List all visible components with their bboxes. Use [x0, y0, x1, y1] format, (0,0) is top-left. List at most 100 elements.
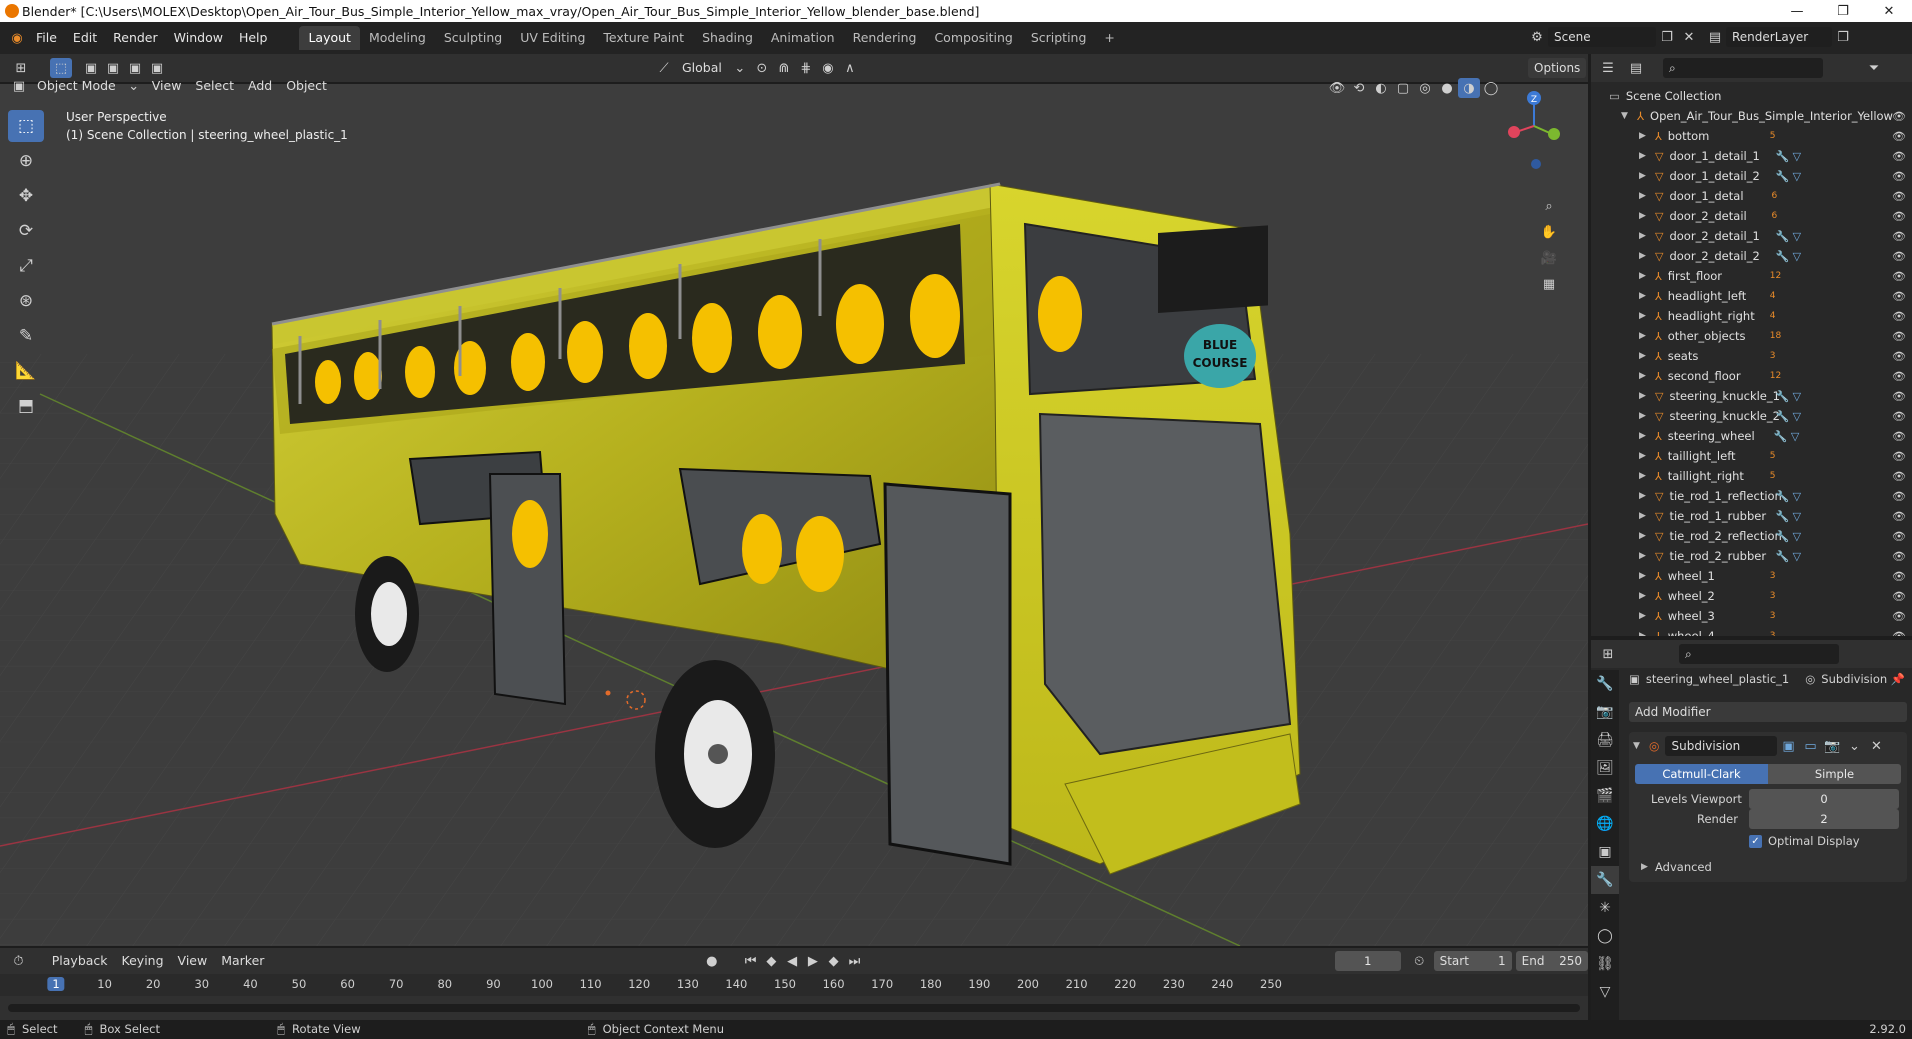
gizmo-toggle-icon[interactable]: ⟲ [1348, 78, 1370, 98]
expand-arrow-icon[interactable]: ▶ [1639, 131, 1649, 141]
visibility-eye-icon[interactable]: 👁 [1892, 230, 1906, 243]
playhead[interactable]: 1 [47, 977, 65, 991]
outliner-item[interactable]: ▶ ⅄ seats 3 👁 [1591, 346, 1912, 366]
new-view-layer-icon[interactable]: ❐ [1832, 27, 1854, 47]
wireframe-shading-icon[interactable]: ◎ [1414, 78, 1436, 98]
transform-orientation-dropdown[interactable]: Global [675, 58, 729, 78]
simple-option[interactable]: Simple [1768, 764, 1901, 784]
visibility-eye-icon[interactable]: 👁 [1892, 450, 1906, 463]
data-tab-icon[interactable]: ▽ [1591, 978, 1619, 1006]
rotate-tool-icon[interactable]: ⟳ [8, 215, 44, 247]
expand-arrow-icon[interactable]: ▶ [1639, 511, 1649, 521]
menu-marker[interactable]: Marker [214, 951, 271, 971]
close-button[interactable]: ✕ [1866, 0, 1912, 22]
visibility-eye-icon[interactable]: 👁 [1892, 290, 1906, 303]
zoom-icon[interactable]: ⌕ [1538, 196, 1560, 216]
expand-arrow-icon[interactable]: ▶ [1639, 311, 1649, 321]
options-dropdown[interactable]: Options [1528, 58, 1587, 78]
tab-sculpting[interactable]: Sculpting [435, 26, 511, 50]
visibility-eye-icon[interactable]: 👁 [1892, 330, 1906, 343]
outliner-item[interactable]: ▶ ▽ door_1_detail_1 🔧 ▽ 👁 [1591, 146, 1912, 166]
outliner-item[interactable]: ▶ ⅄ steering_wheel 🔧 ▽ 👁 [1591, 426, 1912, 446]
solid-shading-icon[interactable]: ● [1436, 78, 1458, 98]
pivot-point-icon[interactable]: ⊙ [751, 58, 773, 78]
pin-icon[interactable]: 📌 [1891, 672, 1905, 686]
outliner-item[interactable]: ▶ ⅄ headlight_left 4 👁 [1591, 286, 1912, 306]
play-icon[interactable]: ▶ [803, 951, 824, 971]
record-icon[interactable]: ● [701, 951, 722, 971]
pan-hand-icon[interactable]: ✋ [1538, 222, 1560, 242]
expand-arrow-icon[interactable]: ▶ [1639, 171, 1649, 181]
visibility-eye-icon[interactable]: 👁 [1892, 470, 1906, 483]
tab-layout[interactable]: Layout [299, 26, 360, 50]
tab-scripting[interactable]: Scripting [1022, 26, 1096, 50]
outliner-item[interactable]: ▶ ▽ tie_rod_1_rubber 🔧 ▽ 👁 [1591, 506, 1912, 526]
scale-tool-icon[interactable]: ⤢ [8, 250, 44, 282]
visibility-eye-icon[interactable]: 👁 [1892, 150, 1906, 163]
expand-arrow-icon[interactable]: ▶ [1639, 271, 1649, 281]
move-tool-icon[interactable]: ✥ [8, 180, 44, 212]
jump-start-icon[interactable]: ⏮ [740, 951, 761, 971]
outliner-item[interactable]: ▶ ⅄ wheel_3 3 👁 [1591, 606, 1912, 626]
snap-icon[interactable]: ⋒ [773, 58, 795, 78]
material-shading-icon[interactable]: ◑ [1458, 78, 1480, 98]
expand-arrow-icon[interactable]: ▶ [1639, 211, 1649, 221]
visibility-eye-icon[interactable]: 👁 [1892, 250, 1906, 263]
outliner-item[interactable]: ▶ ⅄ other_objects 18 👁 [1591, 326, 1912, 346]
render-levels-field[interactable]: 2 [1749, 809, 1899, 829]
expand-arrow-icon[interactable]: ▶ [1639, 291, 1649, 301]
visibility-eye-icon[interactable]: 👁 [1892, 510, 1906, 523]
visibility-eye-icon[interactable]: 👁 [1892, 310, 1906, 323]
outliner-item[interactable]: ▶ ⅄ taillight_left 5 👁 [1591, 446, 1912, 466]
tab-modeling[interactable]: Modeling [360, 26, 435, 50]
menu-edit[interactable]: Edit [65, 27, 105, 49]
visibility-eye-icon[interactable]: 👁 [1892, 630, 1906, 637]
xray-icon[interactable]: ▢ [1392, 78, 1414, 98]
add-cube-tool-icon[interactable]: ⬒ [8, 390, 44, 422]
world-tab-icon[interactable]: 🌐 [1591, 810, 1619, 838]
add-workspace-button[interactable]: + [1095, 26, 1123, 50]
scene-selector[interactable]: Scene [1548, 27, 1656, 47]
outliner-editor-icon[interactable]: ☰ [1597, 58, 1619, 78]
remove-modifier-icon[interactable]: ✕ [1865, 736, 1887, 756]
menu-playback[interactable]: Playback [45, 951, 115, 971]
outliner-item[interactable]: ▶ ▽ door_2_detail 6 👁 [1591, 206, 1912, 226]
expand-arrow-icon[interactable]: ▶ [1639, 371, 1649, 381]
rendered-shading-icon[interactable]: ◯ [1480, 78, 1502, 98]
end-frame-field[interactable]: 250 [1559, 951, 1582, 971]
select-mode-intersect-icon[interactable]: ▣ [146, 58, 168, 78]
expand-arrow-icon[interactable]: ▶ [1639, 591, 1649, 601]
visibility-eye-icon[interactable]: 👁 [1892, 170, 1906, 183]
annotate-tool-icon[interactable]: ✎ [8, 320, 44, 352]
visibility-eye-icon[interactable]: 👁 [1892, 130, 1906, 143]
overlay-toggle-icon[interactable]: ◐ [1370, 78, 1392, 98]
menu-help[interactable]: Help [231, 27, 276, 49]
expand-arrow-icon[interactable]: ▶ [1639, 331, 1649, 341]
particles-tab-icon[interactable]: ✳ [1591, 894, 1619, 922]
ortho-grid-icon[interactable]: ▦ [1538, 274, 1560, 294]
menu-select[interactable]: Select [188, 76, 241, 96]
outliner-item[interactable]: ▶ ⅄ taillight_right 5 👁 [1591, 466, 1912, 486]
outliner-item[interactable]: ▶ ▽ door_2_detail_2 🔧 ▽ 👁 [1591, 246, 1912, 266]
scene-tab-icon[interactable]: 🎬 [1591, 782, 1619, 810]
expand-arrow-icon[interactable]: ▶ [1639, 631, 1649, 636]
visibility-eye-icon[interactable]: 👁 [1892, 390, 1906, 403]
expand-arrow-icon[interactable]: ▶ [1639, 391, 1649, 401]
visibility-eye-icon[interactable]: 👁 [1892, 350, 1906, 363]
expand-arrow-icon[interactable]: ▶ [1639, 411, 1649, 421]
new-scene-icon[interactable]: ❐ [1656, 27, 1678, 47]
blender-menu-icon[interactable]: ◉ [6, 28, 28, 48]
outliner-collection[interactable]: ▼ ⅄ Open_Air_Tour_Bus_Simple_Interior_Ye… [1591, 106, 1912, 126]
outliner-item[interactable]: ▶ ▽ door_2_detail_1 🔧 ▽ 👁 [1591, 226, 1912, 246]
select-mode-extend-icon[interactable]: ▣ [102, 58, 124, 78]
expand-arrow-icon[interactable]: ▶ [1639, 151, 1649, 161]
menu-view[interactable]: View [145, 76, 189, 96]
visibility-eye-icon[interactable]: 👁 [1892, 430, 1906, 443]
preview-range-icon[interactable]: ⏲ [1409, 951, 1430, 971]
visibility-eye-icon[interactable]: 👁 [1892, 370, 1906, 383]
frame-ruler[interactable]: 1 10 20 30 40 50 60 70 80 90 100 110 120 130 140 150 160… [0, 974, 1588, 996]
render-toggle-icon[interactable]: 📷 [1821, 736, 1843, 756]
physics-tab-icon[interactable]: ◯ [1591, 922, 1619, 950]
levels-viewport-field[interactable]: 0 [1749, 789, 1899, 809]
visibility-eye-icon[interactable]: 👁 [1892, 410, 1906, 423]
